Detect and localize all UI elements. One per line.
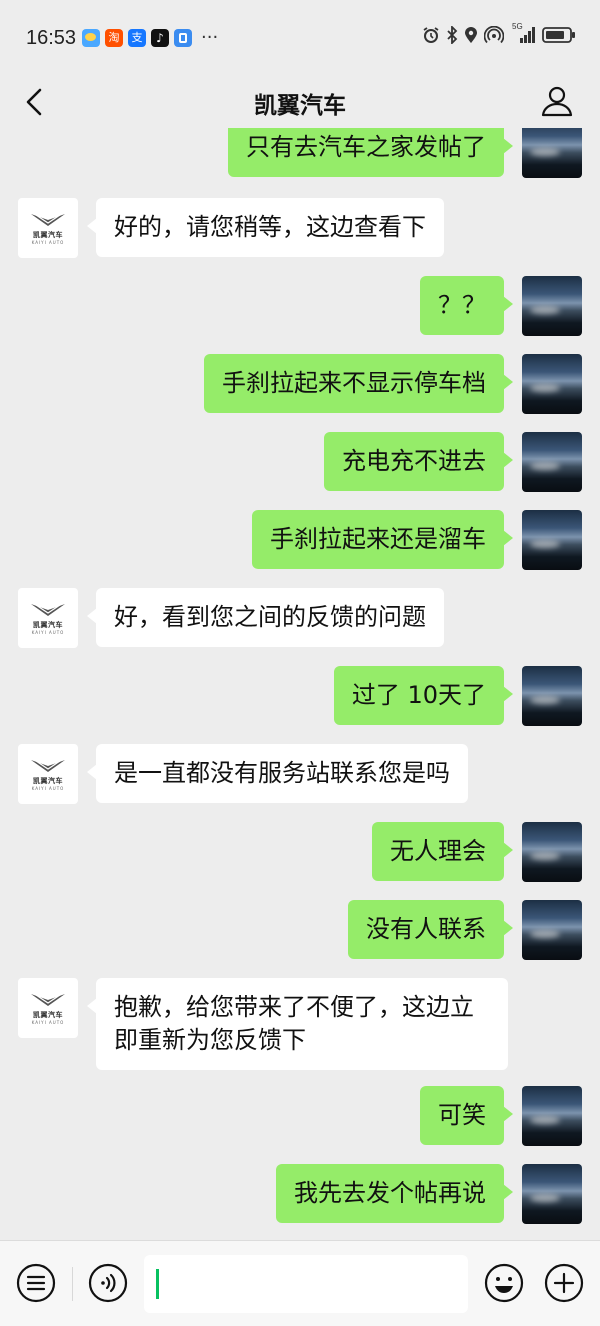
menu-icon bbox=[16, 1263, 56, 1303]
message-bubble[interactable]: 好，看到您之间的反馈的问题 bbox=[87, 588, 444, 647]
brand-avatar[interactable]: 凯翼汽车 KAIYI AUTO bbox=[18, 588, 78, 648]
kaiyi-logo-icon bbox=[31, 213, 65, 226]
brand-logo-sub: KAIYI AUTO bbox=[31, 629, 65, 635]
brand-logo-text: 凯翼汽车 bbox=[33, 776, 63, 785]
text-caret bbox=[156, 1269, 159, 1299]
message-bubble[interactable]: 充电充不进去 bbox=[324, 432, 513, 491]
brand-avatar[interactable]: 凯翼汽车 KAIYI AUTO bbox=[18, 198, 78, 258]
emoji-icon bbox=[484, 1263, 524, 1303]
app-icon bbox=[174, 29, 192, 47]
weather-icon bbox=[82, 29, 100, 47]
my-avatar[interactable] bbox=[522, 1086, 582, 1146]
my-avatar[interactable] bbox=[522, 822, 582, 882]
message-bubble[interactable]: 好的，请您稍等，这边查看下 bbox=[87, 198, 444, 257]
person-icon bbox=[541, 86, 573, 117]
add-button[interactable] bbox=[544, 1263, 584, 1303]
my-avatar[interactable] bbox=[522, 354, 582, 414]
my-avatar[interactable] bbox=[522, 510, 582, 570]
message-bubble[interactable]: 手刹拉起来还是溜车 bbox=[252, 510, 513, 569]
my-avatar[interactable] bbox=[522, 1164, 582, 1224]
message-bubble[interactable]: 无人理会 bbox=[372, 822, 513, 881]
kaiyi-logo-icon bbox=[31, 993, 65, 1006]
menu-button[interactable] bbox=[16, 1263, 56, 1303]
notification-icons: 淘 支 ♪ ··· bbox=[82, 29, 218, 47]
chat-info-button[interactable] bbox=[540, 84, 574, 118]
bluetooth-icon bbox=[447, 26, 458, 44]
message-bubble[interactable]: 没有人联系 bbox=[348, 900, 513, 959]
alarm-icon bbox=[423, 27, 439, 43]
plus-icon bbox=[544, 1263, 584, 1303]
brand-logo-sub: KAIYI AUTO bbox=[31, 785, 65, 791]
kaiyi-logo-icon bbox=[31, 759, 65, 772]
status-time: 16:53 bbox=[26, 27, 77, 49]
message-bubble[interactable]: 手刹拉起来不显示停车档 bbox=[204, 354, 513, 413]
my-avatar[interactable] bbox=[522, 666, 582, 726]
message-bubble[interactable]: 抱歉，给您带来了不便了，这边立即重新为您反馈下 bbox=[87, 978, 508, 1070]
emoji-button[interactable] bbox=[484, 1263, 524, 1303]
message-bubble[interactable]: 我先去发个帖再说 bbox=[276, 1164, 513, 1223]
my-avatar[interactable] bbox=[522, 128, 582, 178]
brand-logo-sub: KAIYI AUTO bbox=[31, 239, 65, 245]
system-icons: 5G bbox=[422, 22, 576, 44]
my-avatar[interactable] bbox=[522, 432, 582, 492]
signal-5g-icon: 5G bbox=[510, 22, 536, 44]
message-bubble[interactable]: 只有去汽车之家发帖了 bbox=[228, 128, 513, 177]
message-input[interactable] bbox=[144, 1255, 468, 1313]
alipay-icon: 支 bbox=[128, 29, 146, 47]
message-bubble[interactable]: 可笑 bbox=[420, 1086, 513, 1145]
location-icon bbox=[465, 27, 477, 43]
brand-avatar[interactable]: 凯翼汽车 KAIYI AUTO bbox=[18, 744, 78, 804]
chat-header: 凯翼汽车 bbox=[0, 76, 600, 128]
my-avatar[interactable] bbox=[522, 276, 582, 336]
taobao-icon: 淘 bbox=[105, 29, 123, 47]
brand-logo-text: 凯翼汽车 bbox=[33, 230, 63, 239]
more-notifications-icon: ··· bbox=[201, 27, 219, 48]
divider bbox=[72, 1267, 73, 1301]
status-bar: 16:53 淘 支 ♪ ··· 5G bbox=[0, 0, 600, 76]
chat-title: 凯翼汽车 bbox=[254, 93, 346, 119]
voice-button[interactable] bbox=[88, 1263, 128, 1303]
brand-logo-text: 凯翼汽车 bbox=[33, 1010, 63, 1019]
message-bubble[interactable]: ？？ bbox=[420, 276, 513, 335]
voice-icon bbox=[88, 1263, 128, 1303]
kaiyi-logo-icon bbox=[31, 603, 65, 616]
input-bar bbox=[0, 1240, 600, 1326]
tiktok-icon: ♪ bbox=[151, 29, 169, 47]
brand-logo-text: 凯翼汽车 bbox=[33, 620, 63, 629]
battery-icon bbox=[542, 27, 575, 43]
message-bubble[interactable]: 过了 10天了 bbox=[333, 666, 514, 725]
message-bubble[interactable]: 是一直都没有服务站联系您是吗 bbox=[87, 744, 468, 803]
brand-logo-sub: KAIYI AUTO bbox=[31, 1019, 65, 1025]
hotspot-icon bbox=[484, 26, 504, 44]
brand-avatar[interactable]: 凯翼汽车 KAIYI AUTO bbox=[18, 978, 78, 1038]
my-avatar[interactable] bbox=[522, 900, 582, 960]
message-list[interactable]: 只有去汽车之家发帖了 凯翼汽车 KAIYI AUTO 好的，请您稍等，这边查看下… bbox=[0, 128, 600, 1240]
